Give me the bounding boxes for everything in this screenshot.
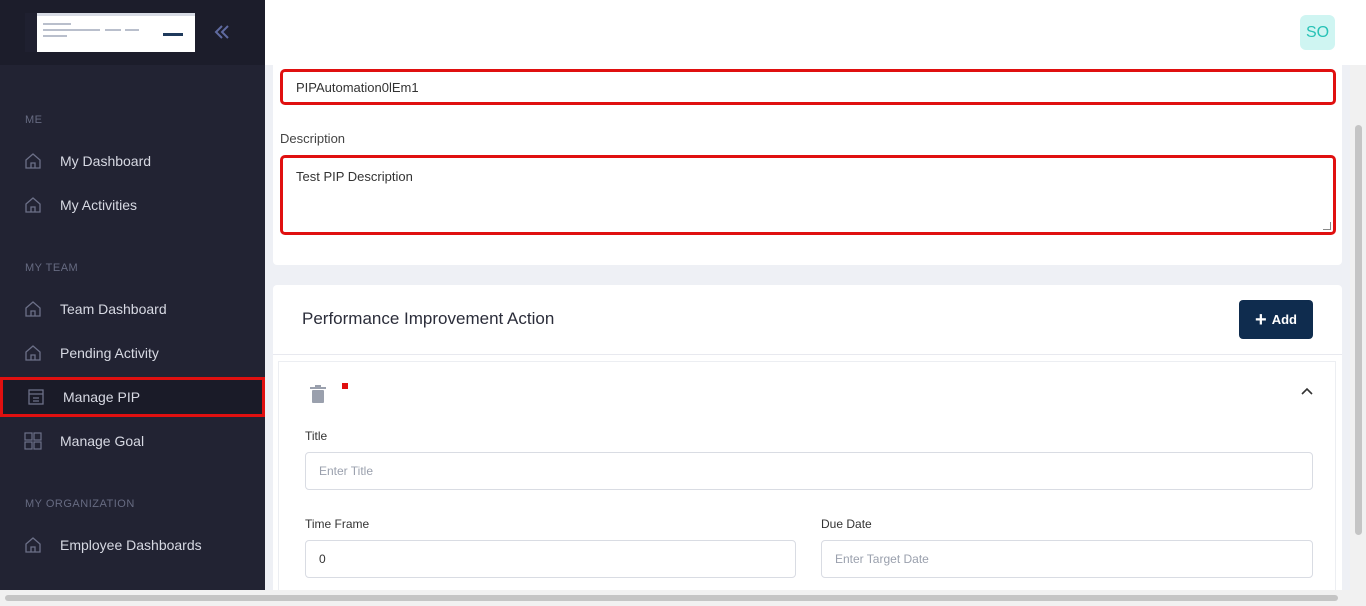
sidebar-item-manage-pip[interactable]: Manage PIP <box>0 377 265 417</box>
sidebar-item-employee-dashboards[interactable]: Employee Dashboards <box>0 525 265 565</box>
sidebar-item-team-dashboard[interactable]: Team Dashboard <box>0 289 265 329</box>
home-icon <box>25 153 41 169</box>
sidebar-item-my-activities[interactable]: My Activities <box>0 185 265 225</box>
pip-details-card: PIPAutomation0lEm1 Description Test PIP … <box>273 65 1342 265</box>
resize-handle-icon[interactable] <box>1323 222 1331 230</box>
collapse-sidebar-icon[interactable] <box>212 22 232 42</box>
user-avatar[interactable]: SO <box>1300 15 1335 50</box>
action-title-input[interactable]: Enter Title <box>305 452 1313 490</box>
sidebar-header <box>0 0 265 65</box>
divider <box>273 354 1342 355</box>
sidebar-item-label: Manage PIP <box>63 389 141 405</box>
sidebar-item-my-dashboard[interactable]: My Dashboard <box>0 141 265 181</box>
action-item-panel: Title Enter Title Time Frame 0 Due Date … <box>278 361 1336 590</box>
section-title: Performance Improvement Action <box>302 309 555 328</box>
home-icon <box>25 197 41 213</box>
add-button-label: Add <box>1271 312 1297 327</box>
sidebar-item-label: Manage Goal <box>60 433 145 449</box>
horizontal-scroll-thumb[interactable] <box>5 595 1338 601</box>
due-date-input[interactable]: Enter Target Date <box>821 540 1313 578</box>
horizontal-scrollbar[interactable] <box>0 590 1366 606</box>
home-icon <box>25 301 41 317</box>
pip-name-input[interactable]: PIPAutomation0lEm1 <box>280 69 1336 105</box>
vertical-scroll-thumb[interactable] <box>1355 125 1362 535</box>
improvement-action-card: Performance Improvement Action + Add Tit… <box>273 285 1342 590</box>
due-date-label: Due Date <box>821 517 872 531</box>
grid-icon <box>24 432 42 450</box>
section-my-team: MY TEAM <box>25 262 79 274</box>
section-me: ME <box>25 114 43 126</box>
chevron-up-icon[interactable] <box>1301 386 1313 398</box>
time-frame-label: Time Frame <box>305 517 370 531</box>
sidebar-item-label: Pending Activity <box>60 345 159 361</box>
sidebar-item-label: My Dashboard <box>60 153 152 169</box>
plus-icon: + <box>1255 308 1267 331</box>
vertical-scrollbar[interactable] <box>1350 65 1366 590</box>
sidebar-item-label: Employee Dashboards <box>60 537 202 553</box>
sidebar-item-label: My Activities <box>60 197 138 213</box>
sidebar: ME My Dashboard My Activities MY TEAM Te… <box>0 0 265 590</box>
add-action-button[interactable]: + Add <box>1239 300 1313 339</box>
sidebar-item-pending-activity[interactable]: Pending Activity <box>0 333 265 373</box>
app-logo[interactable] <box>25 13 195 52</box>
top-header: SO <box>265 0 1366 65</box>
title-label: Title <box>305 429 328 443</box>
description-label: Description <box>280 131 346 146</box>
required-marker <box>342 383 348 389</box>
trash-icon[interactable] <box>309 384 327 404</box>
time-frame-input[interactable]: 0 <box>305 540 796 578</box>
home-icon <box>25 537 41 553</box>
sidebar-item-manage-goal[interactable]: Manage Goal <box>0 421 265 461</box>
description-text: Test PIP Description <box>296 169 413 184</box>
document-icon <box>28 389 44 405</box>
description-textarea[interactable]: Test PIP Description <box>280 155 1336 235</box>
section-my-organization: MY ORGANIZATION <box>25 498 135 510</box>
home-icon <box>25 345 41 361</box>
sidebar-item-label: Team Dashboard <box>60 301 167 317</box>
